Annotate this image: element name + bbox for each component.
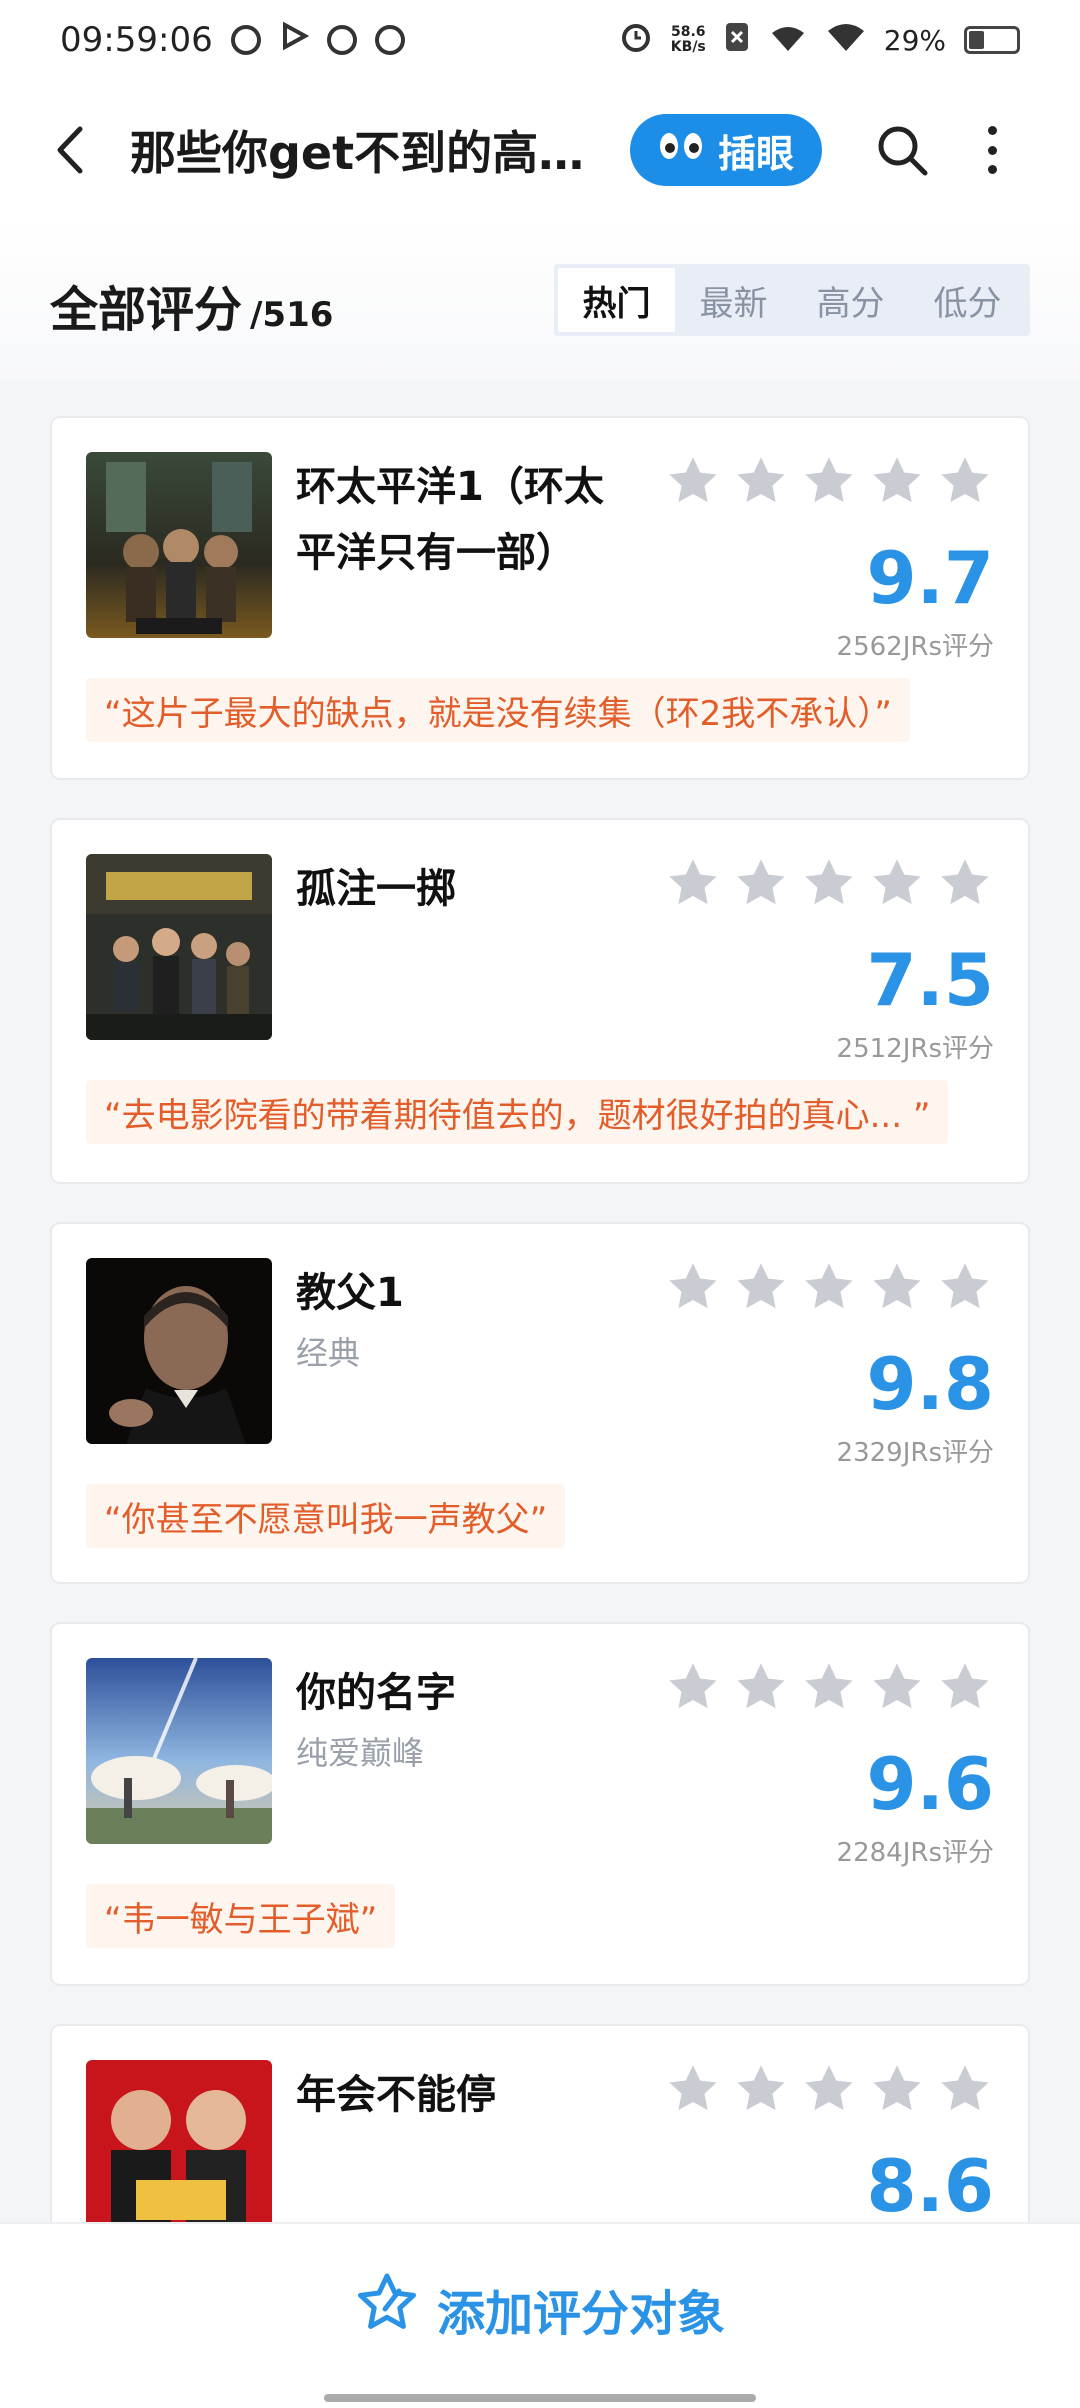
poster-image [86,1658,272,1844]
movie-name: 教父1 [296,1270,404,1316]
star-icon[interactable] [802,1660,856,1714]
star-icon[interactable] [802,1260,856,1314]
netspeed-value: 58.6 [671,24,706,40]
star-icon[interactable] [870,1260,924,1314]
top-comment[interactable]: “你甚至不愿意叫我一声教父” [86,1484,566,1548]
star-rating[interactable] [666,1660,992,1714]
alarm-icon [619,20,653,61]
play-icon [279,20,309,60]
star-icon[interactable] [666,1660,720,1714]
vote-count: 2562JRs评分 [836,632,994,662]
top-comment[interactable]: “韦一敏与王子斌” [86,1884,396,1948]
star-icon[interactable] [734,2062,788,2116]
star-icon[interactable] [938,454,992,508]
star-icon[interactable] [938,1660,992,1714]
rating-card[interactable]: 环太平洋1（环太平洋只有一部） 9.7 2562JRs评分 “这片子最大的缺点，… [50,416,1030,780]
status-left: 09:59:06 [60,20,405,60]
star-icon[interactable] [870,1660,924,1714]
star-rating[interactable] [666,856,992,910]
star-icon[interactable] [802,856,856,910]
tab-low-score[interactable]: 低分 [909,268,1026,332]
star-rating[interactable] [666,2062,992,2116]
top-bar: 那些你get不到的高... 插眼 [0,80,1080,220]
movie-name: 孤注一掷 [296,866,456,912]
star-icon[interactable] [938,1260,992,1314]
star-rating[interactable] [666,454,992,508]
status-bar: 09:59:06 58.6 KB/s 29% [0,0,1080,80]
battery-icon [964,26,1020,54]
page-title: 那些你get不到的高... [130,126,590,180]
star-icon[interactable] [666,1260,720,1314]
section-title-text: 全部评分 [50,282,243,338]
star-add-icon [355,2271,419,2347]
poster-image [86,2060,272,2246]
status-time: 09:59:06 [60,20,213,60]
score-value: 8.6 [866,2144,994,2228]
rating-card[interactable]: 教父1 经典 9.8 2329JRs评分 “你甚至不愿意叫我一声教父” [50,1222,1030,1584]
movie-name: 年会不能停 [296,2072,496,2118]
netspeed-unit: KB/s [670,39,706,55]
score-value: 9.7 [866,536,994,620]
status-right: 58.6 KB/s 29% [619,20,1020,61]
rating-count: /516 [250,295,334,335]
star-icon[interactable] [938,2062,992,2116]
wifi-icon [826,21,866,60]
star-icon[interactable] [666,856,720,910]
poster-image [86,452,272,638]
network-speed: 58.6 KB/s [671,25,706,55]
message-icon [374,25,405,55]
poster-image [86,1258,272,1444]
sort-tabs: 热门 最新 高分 低分 [554,264,1030,336]
back-arrow-icon[interactable] [40,120,100,180]
add-rating-target-button[interactable]: 添加评分对象 [0,2264,1080,2354]
star-icon[interactable] [666,454,720,508]
star-icon[interactable] [802,2062,856,2116]
top-comment[interactable]: “这片子最大的缺点，就是没有续集（环2我不承认）” [86,678,910,742]
sim-off-icon [724,21,750,60]
poster-image [86,854,272,1040]
tab-latest[interactable]: 最新 [675,268,792,332]
star-icon[interactable] [666,2062,720,2116]
rating-card[interactable]: 你的名字 纯爱巅峰 9.6 2284JRs评分 “韦一敏与王子斌” [50,1622,1030,1986]
peek-label: 插眼 [718,131,795,176]
score-value: 7.5 [866,938,994,1022]
vote-count: 2512JRs评分 [836,1034,994,1064]
battery-percent: 29% [883,23,946,57]
peek-button[interactable]: 插眼 [630,114,823,186]
home-indicator[interactable] [324,2394,756,2402]
star-icon[interactable] [734,856,788,910]
vote-count: 2284JRs评分 [836,1838,994,1868]
score-value: 9.8 [866,1342,994,1426]
star-icon[interactable] [802,454,856,508]
tab-hot[interactable]: 热门 [558,268,675,332]
star-icon[interactable] [734,454,788,508]
star-icon[interactable] [870,454,924,508]
tab-high-score[interactable]: 高分 [792,268,909,332]
star-icon[interactable] [734,1260,788,1314]
star-rating[interactable] [666,1260,992,1314]
movie-tagline: 经典 [296,1334,361,1372]
bottom-action-bar: 添加评分对象 [0,2222,1080,2408]
score-value: 9.6 [866,1742,994,1826]
section-header: 全部评分/516 热门 最新 高分 低分 [0,220,1080,380]
star-icon[interactable] [870,2062,924,2116]
more-vertical-icon[interactable] [972,120,1012,180]
top-comment[interactable]: “去电影院看的带着期待值去的，题材很好拍的真心... ” [86,1080,949,1144]
vote-count: 2329JRs评分 [836,1438,994,1468]
movie-name: 你的名字 [296,1670,456,1716]
app-icon [326,25,357,55]
rating-card[interactable]: 孤注一掷 7.5 2512JRs评分 “去电影院看的带着期待值去的，题材很好拍的… [50,818,1030,1184]
search-icon[interactable] [872,120,932,180]
star-icon[interactable] [938,856,992,910]
add-rating-label: 添加评分对象 [436,2286,725,2342]
movie-tagline: 纯爱巅峰 [296,1734,425,1772]
notification-icon [230,25,261,55]
star-icon[interactable] [870,856,924,910]
signal-icon [768,21,808,60]
movie-name: 环太平洋1（环太平洋只有一部） [296,464,604,576]
section-title: 全部评分/516 [50,270,333,340]
star-icon[interactable] [734,1660,788,1714]
eyes-icon [658,130,704,171]
